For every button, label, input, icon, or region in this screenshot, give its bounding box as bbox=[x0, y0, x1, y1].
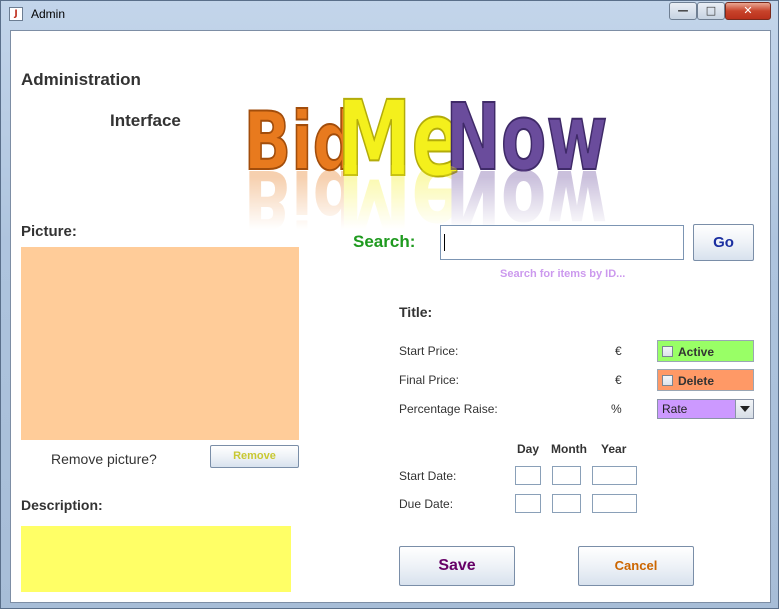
close-icon[interactable]: ✕ bbox=[725, 2, 771, 20]
final-price-unit: € bbox=[615, 373, 622, 387]
picture-area[interactable] bbox=[21, 247, 299, 440]
start-price-label: Start Price: bbox=[399, 344, 459, 358]
description-label: Description: bbox=[21, 497, 103, 513]
go-button[interactable]: Go bbox=[693, 224, 754, 261]
header-interface: Interface bbox=[110, 111, 181, 130]
start-month-input[interactable] bbox=[552, 466, 581, 485]
java-coffee-icon: J bbox=[9, 7, 23, 21]
rate-select[interactable]: Rate bbox=[657, 399, 754, 419]
maximize-icon[interactable]: □ bbox=[697, 2, 725, 20]
remove-picture-prompt: Remove picture? bbox=[51, 451, 157, 467]
year-header: Year bbox=[601, 442, 627, 456]
delete-checkbox-label: Delete bbox=[678, 374, 715, 388]
remove-button[interactable]: Remove bbox=[210, 445, 299, 468]
window-title: Admin bbox=[31, 7, 66, 21]
save-button[interactable]: Save bbox=[399, 546, 515, 586]
delete-checkbox[interactable]: Delete bbox=[657, 369, 754, 391]
due-day-input[interactable] bbox=[515, 494, 541, 513]
content-panel: Administration Interface Bid Me Now Bid … bbox=[10, 30, 771, 603]
title-bar[interactable]: J Admin — □ ✕ bbox=[1, 1, 778, 29]
minimize-icon[interactable]: — bbox=[669, 2, 697, 20]
active-checkbox-label: Active bbox=[678, 345, 715, 359]
chevron-down-icon[interactable] bbox=[735, 400, 753, 418]
bidmenow-logo: Bid Me Now Bid Me Now bbox=[233, 79, 633, 229]
final-price-label: Final Price: bbox=[399, 373, 460, 387]
search-hint: Search for items by ID... bbox=[500, 268, 626, 280]
delete-checkbox-box[interactable] bbox=[662, 375, 673, 386]
start-day-input[interactable] bbox=[515, 466, 541, 485]
rate-select-value: Rate bbox=[662, 402, 688, 416]
start-date-label: Start Date: bbox=[399, 469, 457, 483]
header-administration: Administration bbox=[21, 70, 141, 89]
title-label: Title: bbox=[399, 304, 433, 320]
month-header: Month bbox=[551, 442, 587, 456]
active-checkbox[interactable]: Active bbox=[657, 340, 754, 362]
percentage-unit: % bbox=[611, 402, 622, 416]
admin-window: J Admin — □ ✕ Administration Interface B… bbox=[0, 0, 779, 609]
cancel-button[interactable]: Cancel bbox=[578, 546, 694, 586]
description-area[interactable] bbox=[21, 526, 291, 592]
percentage-raise-label: Percentage Raise: bbox=[399, 402, 498, 416]
start-price-unit: € bbox=[615, 344, 622, 358]
due-date-label: Due Date: bbox=[399, 497, 454, 511]
due-month-input[interactable] bbox=[552, 494, 581, 513]
picture-label: Picture: bbox=[21, 223, 77, 240]
start-year-input[interactable] bbox=[592, 466, 637, 485]
active-checkbox-box[interactable] bbox=[662, 346, 673, 357]
search-label: Search: bbox=[353, 232, 416, 251]
due-year-input[interactable] bbox=[592, 494, 637, 513]
search-input[interactable] bbox=[440, 225, 684, 260]
day-header: Day bbox=[517, 442, 540, 456]
